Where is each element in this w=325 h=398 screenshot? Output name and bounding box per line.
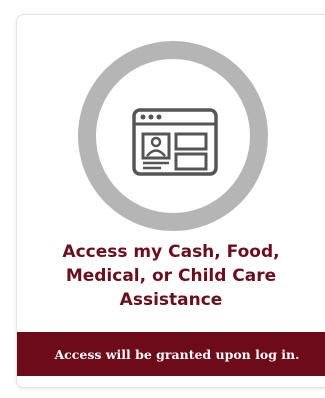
card-title: Access my Cash, Food, Medical, or Child … <box>17 240 325 312</box>
access-banner-text: Access will be granted upon log in. <box>54 346 300 362</box>
card-title-line-2: Medical, or Child Care <box>65 266 277 286</box>
card-title-line-3: Assistance <box>119 290 223 310</box>
card-title-line-1: Access my Cash, Food, <box>62 242 280 262</box>
profile-window-icon <box>77 40 269 232</box>
assistance-card[interactable]: Access my Cash, Food, Medical, or Child … <box>16 14 325 388</box>
access-banner: Access will be granted upon log in. <box>17 332 325 376</box>
